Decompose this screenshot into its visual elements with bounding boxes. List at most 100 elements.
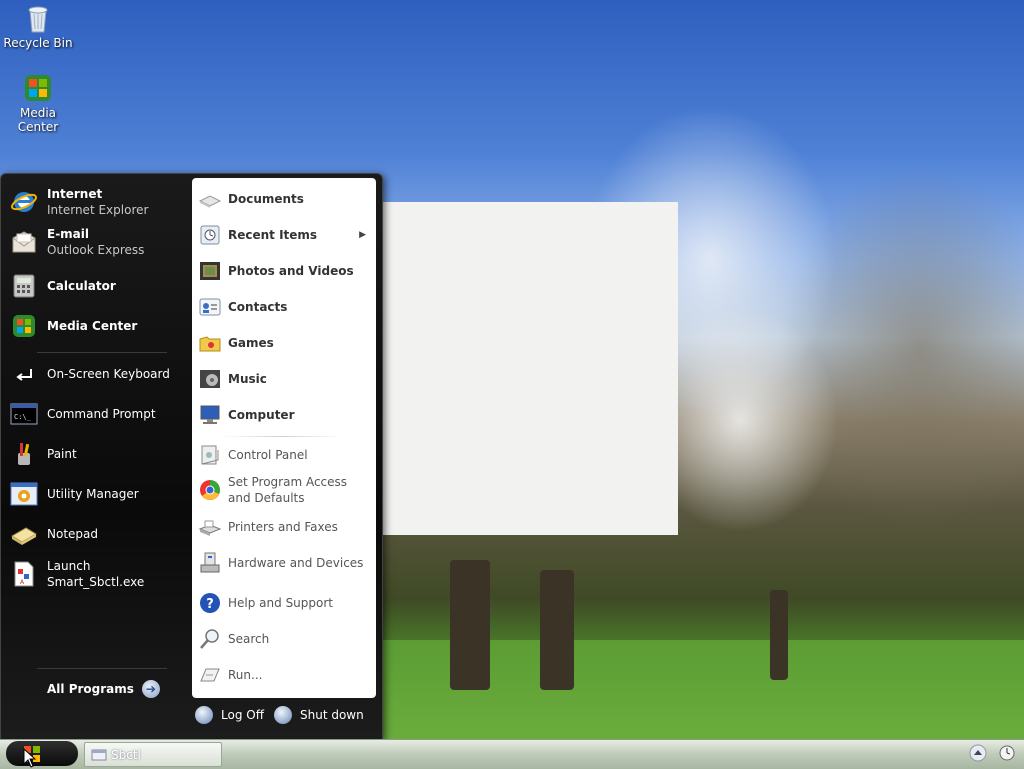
place-label: Help and Support: [228, 596, 333, 610]
place-run[interactable]: Run...: [198, 660, 370, 690]
recent-item-label: Utility Manager: [47, 487, 139, 501]
place-music[interactable]: Music: [198, 364, 370, 394]
place-help-and-support[interactable]: ? Help and Support: [198, 588, 370, 618]
place-computer[interactable]: Computer: [198, 400, 370, 430]
place-control-panel[interactable]: Control Panel: [198, 440, 370, 470]
place-photos-and-videos[interactable]: Photos and Videos: [198, 256, 370, 286]
place-printers-and-faxes[interactable]: Printers and Faxes: [198, 512, 370, 542]
pinned-item-subtitle: Internet Explorer: [47, 203, 149, 217]
place-label: Photos and Videos: [228, 264, 354, 278]
recent-item-label: Paint: [47, 447, 77, 461]
calculator-icon: [9, 271, 39, 301]
place-label: Contacts: [228, 300, 288, 314]
place-recent-items[interactable]: Recent Items ▶: [198, 220, 370, 250]
media-center-icon: [22, 72, 54, 104]
place-label: Set Program Access and Defaults: [228, 475, 348, 505]
place-label: Hardware and Devices: [228, 556, 364, 570]
place-contacts[interactable]: Contacts: [198, 292, 370, 322]
recent-item-label: Command Prompt: [47, 407, 156, 421]
wallpaper-trunk: [540, 570, 574, 690]
hardware-icon: [198, 551, 222, 575]
contacts-icon: [198, 295, 222, 319]
tray-expand-icon[interactable]: [969, 744, 987, 762]
recent-item-calculator[interactable]: Calculator: [9, 268, 187, 304]
desktop-icon-recycle-bin[interactable]: Recycle Bin: [0, 2, 76, 50]
search-icon: [198, 627, 222, 651]
window-icon: [91, 749, 107, 760]
start-button[interactable]: [6, 741, 78, 766]
menu-separator: [222, 436, 342, 437]
submenu-arrow-icon: ▶: [359, 230, 366, 240]
log-off-icon: [195, 706, 213, 724]
taskbar-button-label: Sbctl: [111, 747, 141, 762]
place-set-program-access[interactable]: Set Program Access and Defaults: [198, 472, 370, 508]
recent-item-label: Launch Smart_Sbctl.exe: [47, 559, 145, 589]
games-icon: [198, 331, 222, 355]
music-icon: [198, 367, 222, 391]
recent-item-label: Media Center: [47, 319, 138, 333]
recent-item-utility-manager[interactable]: Utility Manager: [9, 476, 187, 512]
notepad-icon: [9, 519, 39, 549]
recent-item-on-screen-keyboard[interactable]: On-Screen Keyboard: [9, 356, 187, 392]
pinned-item-title: E-mail: [47, 227, 90, 241]
shut-down-button[interactable]: Shut down: [274, 706, 364, 724]
place-documents[interactable]: Documents: [198, 184, 370, 214]
log-off-button[interactable]: Log Off: [195, 706, 264, 724]
desktop-icon-label: Media Center: [17, 106, 59, 134]
pinned-item-subtitle: Outlook Express: [47, 243, 145, 257]
all-programs-button[interactable]: All Programs ➔: [47, 677, 167, 701]
place-label: Music: [228, 372, 267, 386]
internet-explorer-icon: [9, 187, 39, 217]
start-menu-programs-pane: Internet Internet Explorer E-mail Outloo…: [7, 180, 187, 730]
place-hardware-and-devices[interactable]: Hardware and Devices: [198, 548, 370, 578]
email-icon: [9, 227, 39, 257]
program-defaults-icon: [198, 478, 222, 502]
pinned-item-internet[interactable]: Internet Internet Explorer: [9, 182, 187, 222]
keyboard-icon: [9, 359, 39, 389]
recent-item-label: Notepad: [47, 527, 98, 541]
place-label: Run...: [228, 668, 263, 682]
shut-down-label: Shut down: [300, 708, 364, 722]
control-panel-icon: [198, 443, 222, 467]
recent-item-label: On-Screen Keyboard: [47, 367, 170, 381]
recent-item-paint[interactable]: Paint: [9, 436, 187, 472]
pinned-item-email[interactable]: E-mail Outlook Express: [9, 222, 187, 262]
place-label: Games: [228, 336, 274, 350]
paint-icon: [9, 439, 39, 469]
taskbar-button-sbctl[interactable]: Sbctl: [84, 742, 222, 767]
recycle-bin-icon: [22, 2, 54, 34]
recent-item-notepad[interactable]: Notepad: [9, 516, 187, 552]
blank-window[interactable]: [380, 202, 678, 535]
recent-items-icon: [198, 223, 222, 247]
documents-icon: [198, 187, 222, 211]
recent-item-label: Calculator: [47, 279, 116, 293]
place-label: Search: [228, 632, 270, 646]
command-prompt-icon: C:\_: [9, 399, 39, 429]
wallpaper-trunk: [770, 590, 788, 680]
run-icon: [198, 663, 222, 687]
computer-icon: [198, 403, 222, 427]
recent-item-launch-smart-sbctl[interactable]: A Launch Smart_Sbctl.exe: [9, 556, 187, 592]
recent-item-command-prompt[interactable]: C:\_ Command Prompt: [9, 396, 187, 432]
menu-separator: [37, 668, 167, 669]
media-center-icon: [9, 311, 39, 341]
recent-item-media-center[interactable]: Media Center: [9, 308, 187, 344]
desktop-icon-media-center[interactable]: Media Center: [0, 72, 76, 134]
place-label: Recent Items: [228, 228, 318, 242]
all-programs-label: All Programs: [47, 682, 134, 696]
place-games[interactable]: Games: [198, 328, 370, 358]
photos-icon: [198, 259, 222, 283]
desktop-icon-label: Recycle Bin: [3, 36, 73, 50]
power-icon: [274, 706, 292, 724]
utility-manager-icon: [9, 479, 39, 509]
mouse-cursor-icon: [23, 748, 37, 768]
place-label: Documents: [228, 192, 304, 206]
svg-text:?: ?: [206, 597, 214, 612]
place-label: Printers and Faxes: [228, 520, 338, 534]
clock-icon[interactable]: [998, 744, 1016, 762]
svg-text:C:\_: C:\_: [14, 413, 32, 421]
place-search[interactable]: Search: [198, 624, 370, 654]
menu-separator: [37, 352, 167, 353]
start-menu: Internet Internet Explorer E-mail Outloo…: [0, 173, 383, 741]
place-label: Control Panel: [228, 448, 308, 462]
